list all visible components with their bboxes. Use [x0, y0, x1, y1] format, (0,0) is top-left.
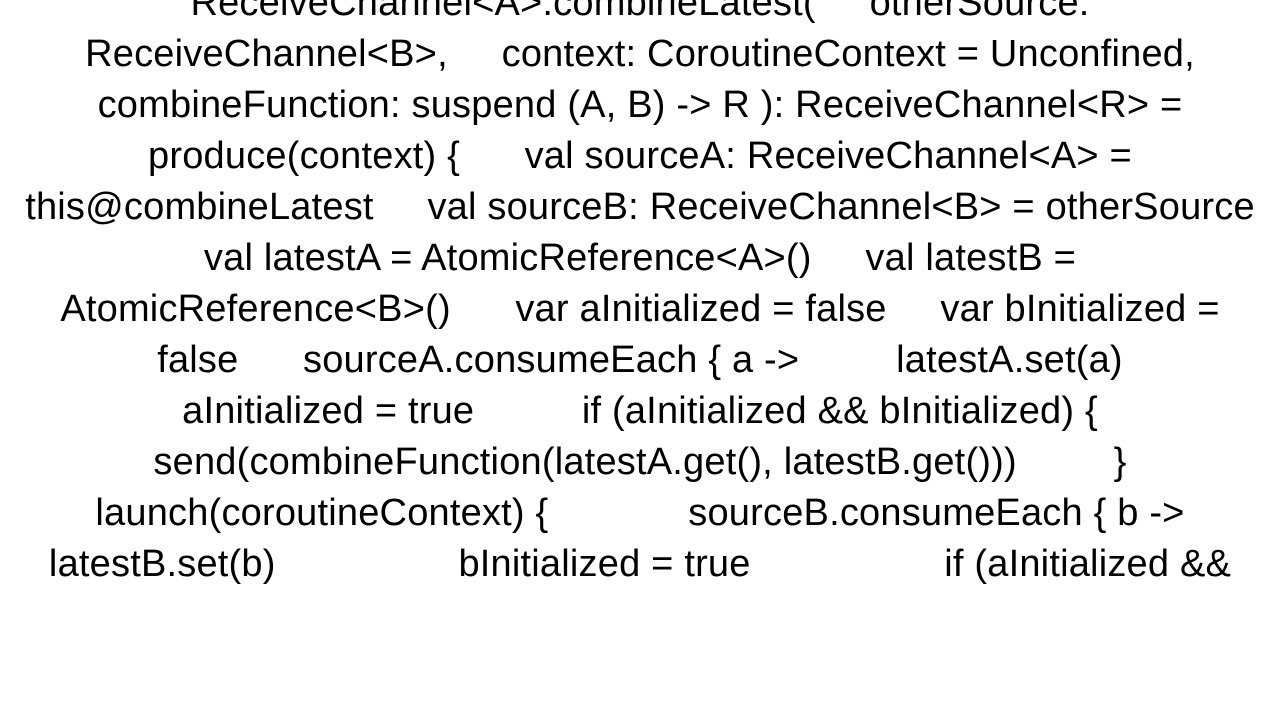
code-content: ReceiveChannel<A>.combineLatest( otherSo… [0, 0, 1280, 590]
